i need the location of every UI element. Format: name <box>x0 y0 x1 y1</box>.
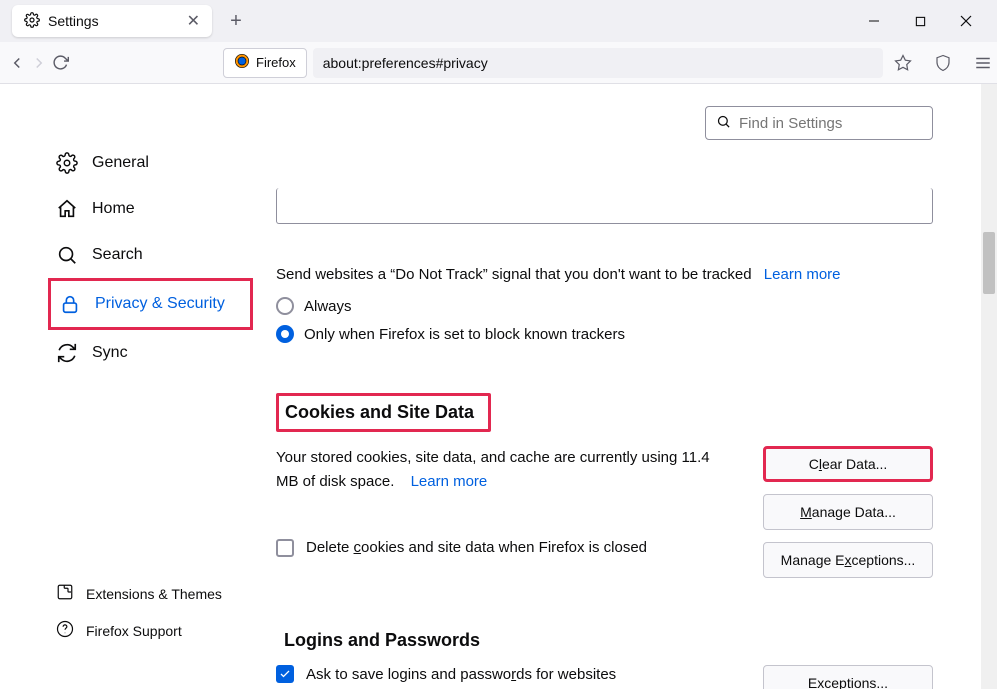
cookies-heading: Cookies and Site Data <box>285 402 474 423</box>
prefs-pane: Send websites a “Do Not Track” signal th… <box>276 140 933 689</box>
app-menu-icon[interactable] <box>967 47 997 79</box>
search-icon <box>716 114 731 132</box>
link-label: Firefox Support <box>86 623 182 639</box>
category-label: Privacy & Security <box>95 295 225 313</box>
checkbox-label: Ask to save logins and passwords for web… <box>306 666 616 683</box>
category-home[interactable]: Home <box>48 186 253 232</box>
tab-title: Settings <box>48 13 99 29</box>
url-text: about:preferences#privacy <box>313 48 883 78</box>
search-input[interactable] <box>739 115 938 132</box>
pocket-icon[interactable] <box>927 47 959 79</box>
checkbox-label: Delete cookies and site data when Firefo… <box>306 536 647 560</box>
gear-icon <box>24 12 40 31</box>
identity-label: Firefox <box>256 55 296 70</box>
radio-label: Always <box>304 298 352 315</box>
truncated-field-top[interactable] <box>276 188 933 224</box>
firefox-icon <box>234 53 250 72</box>
help-icon <box>56 620 74 641</box>
highlight-privacy-category: Privacy & Security <box>48 278 253 330</box>
search-icon <box>56 244 78 266</box>
ask-save-logins-checkbox[interactable]: Ask to save logins and passwords for web… <box>276 665 763 683</box>
radio-checked-icon <box>276 325 294 343</box>
radio-label: Only when Firefox is set to block known … <box>304 326 625 343</box>
logins-exceptions-button[interactable]: Exceptions... <box>763 665 933 689</box>
window-controls <box>851 5 989 37</box>
dnt-paragraph: Send websites a “Do Not Track” signal th… <box>276 266 933 283</box>
clear-data-button[interactable]: Clear Data... <box>763 446 933 482</box>
close-icon[interactable]: ✕ <box>187 11 200 31</box>
close-window-button[interactable] <box>943 5 989 37</box>
firefox-support-link[interactable]: Firefox Support <box>48 612 230 649</box>
maximize-button[interactable] <box>897 5 943 37</box>
bookmark-star-icon[interactable] <box>887 47 919 79</box>
radio-unchecked-icon <box>276 297 294 315</box>
dnt-learn-more-link[interactable]: Learn more <box>764 266 841 283</box>
manage-data-button[interactable]: Manage Data... <box>763 494 933 530</box>
new-tab-button[interactable]: + <box>222 7 250 35</box>
category-label: Sync <box>92 344 128 362</box>
cookies-button-column: Clear Data... Manage Data... Manage Exce… <box>763 446 933 578</box>
browser-tab-settings[interactable]: Settings ✕ <box>12 5 212 37</box>
lock-icon <box>59 293 81 315</box>
category-sync[interactable]: Sync <box>48 330 253 376</box>
browser-toolbar: Firefox about:preferences#privacy <box>0 42 997 84</box>
link-label: Extensions & Themes <box>86 586 222 602</box>
cookies-description: Your stored cookies, site data, and cach… <box>276 446 763 560</box>
category-privacy-security[interactable]: Privacy & Security <box>51 281 250 327</box>
scrollbar-thumb[interactable] <box>983 232 995 294</box>
sync-icon <box>56 342 78 364</box>
forward-button[interactable] <box>30 47 48 79</box>
cookies-learn-more-link[interactable]: Learn more <box>411 473 488 490</box>
category-label: Search <box>92 246 143 264</box>
vertical-scrollbar[interactable] <box>981 84 997 689</box>
manage-exceptions-button[interactable]: Manage Exceptions... <box>763 542 933 578</box>
category-sidebar: General Home Search Privacy & Security S… <box>48 140 253 376</box>
dnt-option-always[interactable]: Always <box>276 297 933 315</box>
category-label: Home <box>92 200 135 218</box>
category-general[interactable]: General <box>48 140 253 186</box>
logins-button-column: Exceptions... Saved Logins... <box>763 665 933 689</box>
puzzle-icon <box>56 583 74 604</box>
checkbox-unchecked-icon <box>276 539 294 557</box>
window-titlebar: Settings ✕ + <box>0 0 997 42</box>
find-in-settings[interactable] <box>705 106 933 140</box>
reload-button[interactable] <box>52 47 69 79</box>
dnt-option-blocking[interactable]: Only when Firefox is set to block known … <box>276 325 933 343</box>
category-label: General <box>92 154 149 172</box>
extensions-themes-link[interactable]: Extensions & Themes <box>48 575 230 612</box>
checkbox-checked-icon <box>276 665 294 683</box>
sidebar-footer: Extensions & Themes Firefox Support <box>48 575 230 649</box>
back-button[interactable] <box>8 47 26 79</box>
category-search[interactable]: Search <box>48 232 253 278</box>
url-bar[interactable]: Firefox about:preferences#privacy <box>223 48 883 78</box>
gear-icon <box>56 152 78 174</box>
minimize-button[interactable] <box>851 5 897 37</box>
logins-heading: Logins and Passwords <box>284 630 933 651</box>
site-identity[interactable]: Firefox <box>223 48 307 78</box>
home-icon <box>56 198 78 220</box>
delete-cookies-checkbox[interactable]: Delete cookies and site data when Firefo… <box>276 536 733 560</box>
